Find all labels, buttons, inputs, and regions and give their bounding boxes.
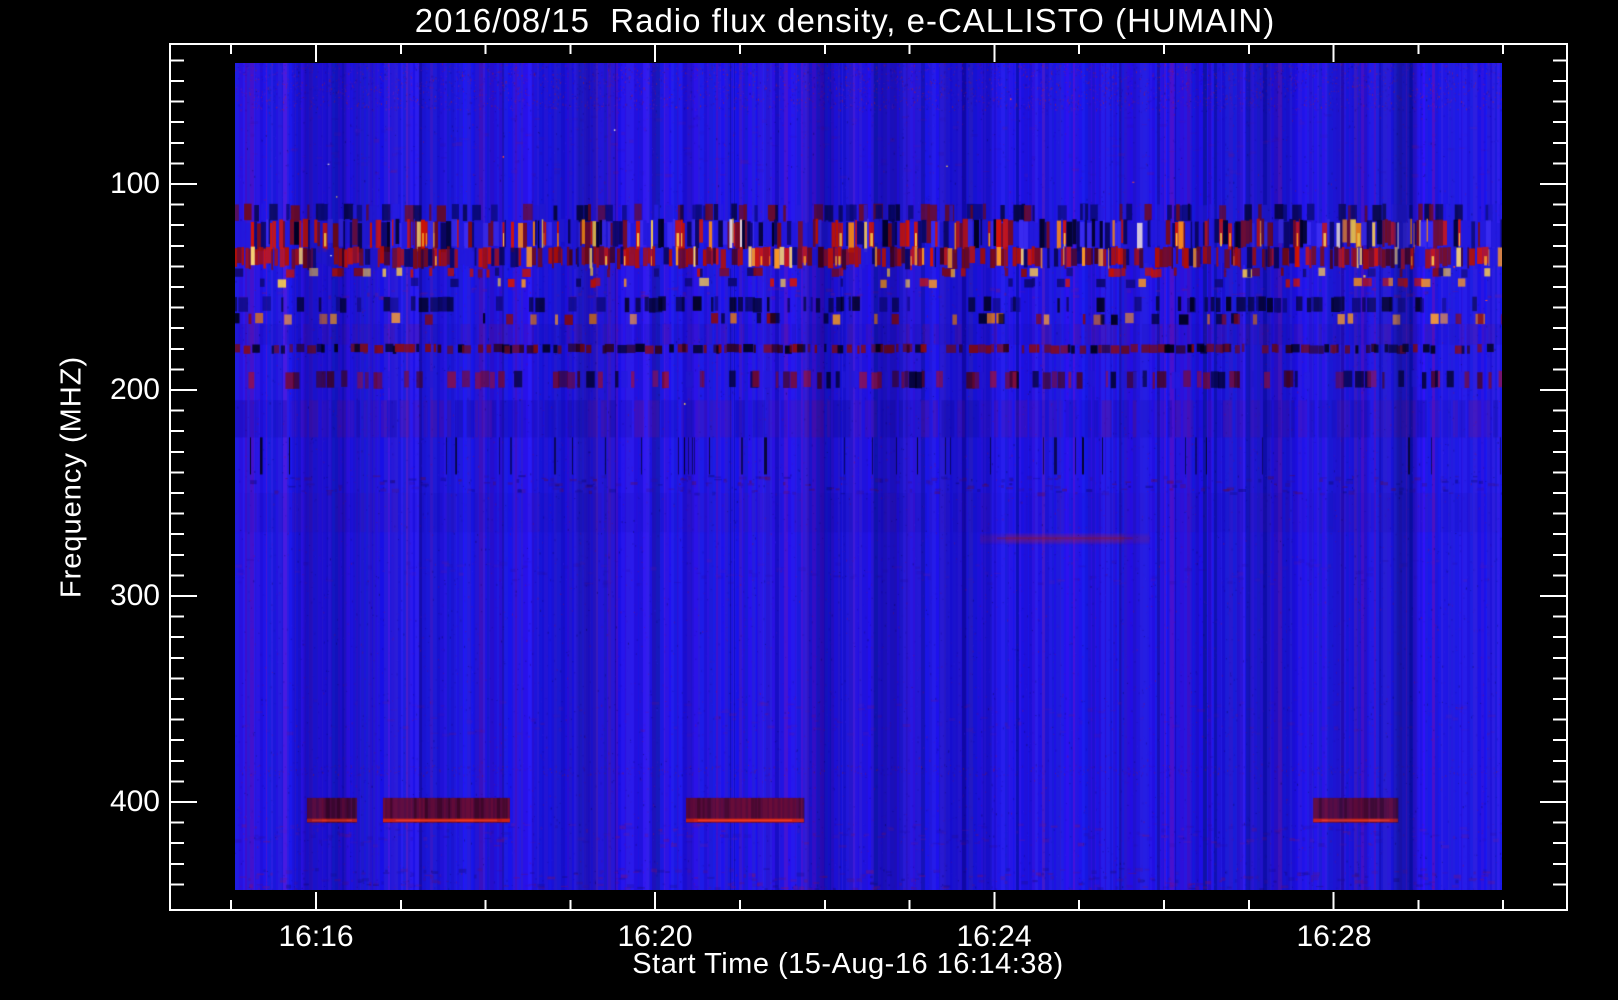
- x-tick-label-1624: 16:24: [956, 920, 1032, 953]
- y-tick-label-200: 200: [109, 373, 160, 406]
- y-tick-label-300: 300: [109, 579, 160, 612]
- x-tick-label-1616: 16:16: [278, 920, 354, 953]
- x-tick-label-1620: 16:20: [617, 920, 693, 953]
- spectrogram-page: 2016/08/15 Radio flux density, e-CALLIST…: [0, 0, 1618, 1000]
- y-tick-label-100: 100: [109, 167, 160, 200]
- x-tick-label-1628: 16:28: [1296, 920, 1372, 953]
- y-tick-label-400: 400: [109, 785, 160, 818]
- axes-frame: [169, 43, 1568, 911]
